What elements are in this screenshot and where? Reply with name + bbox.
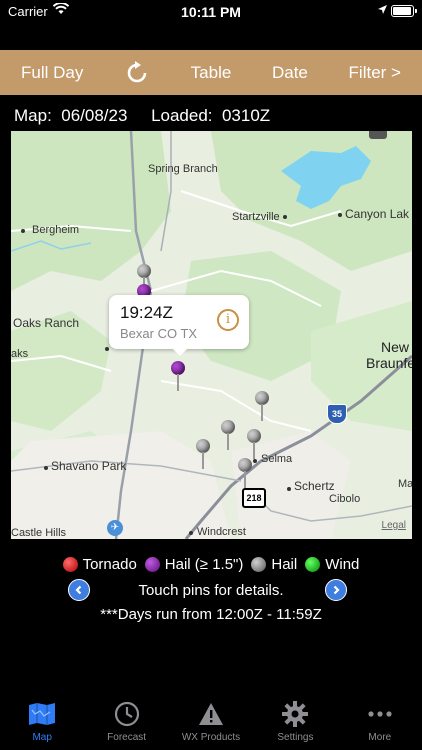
gear-icon	[282, 700, 309, 728]
tab-more[interactable]: More	[338, 700, 422, 750]
place-marker	[44, 466, 48, 470]
place-marker	[189, 531, 193, 535]
place-new-braunfels-1: New	[381, 339, 410, 355]
map-date-value: 06/08/23	[61, 106, 128, 125]
map-poi-icon	[369, 131, 387, 139]
place-canyon-lake: Canyon Lak	[345, 207, 410, 221]
tab-label: WX Products	[181, 732, 241, 743]
airport-icon: ✈	[107, 520, 123, 536]
large-hail-report-pin[interactable]	[171, 361, 185, 391]
place-marker	[21, 229, 25, 233]
location-arrow-icon	[377, 3, 388, 18]
place-selma: Selma	[261, 453, 293, 465]
hail-report-pin[interactable]	[247, 429, 261, 459]
day-navigation: Touch pins for details.	[0, 579, 422, 603]
map-date-label: Map:	[14, 106, 52, 125]
place-aks: aks	[11, 348, 29, 360]
legend-tornado: Tornado	[62, 556, 137, 573]
hail-report-pin[interactable]	[196, 439, 210, 469]
clock-time: 10:11 PM	[181, 4, 241, 20]
place-bergheim: Bergheim	[32, 224, 80, 236]
tab-label: Map	[32, 732, 52, 743]
touch-pins-hint: Touch pins for details.	[138, 582, 284, 599]
next-day-button[interactable]	[325, 579, 347, 601]
refresh-icon[interactable]	[124, 60, 150, 86]
legal-link[interactable]: Legal	[382, 520, 406, 531]
date-button[interactable]: Date	[272, 63, 308, 83]
report-callout[interactable]: 19:24Z Bexar CO TX i	[109, 295, 249, 356]
hail-report-pin[interactable]	[255, 391, 269, 421]
filter-button[interactable]: Filter >	[349, 63, 401, 83]
info-icon[interactable]: i	[217, 309, 239, 331]
place-startzville: Startzville	[232, 211, 280, 223]
tab-label: Settings	[277, 732, 314, 743]
toolbar: Full Day Table Date Filter >	[0, 50, 422, 95]
place-marker	[287, 487, 291, 491]
place-castle-hills: Castle Hills	[11, 527, 67, 539]
legend-hail: Hail	[251, 556, 297, 573]
tab-wx-products[interactable]: WX Products	[169, 700, 253, 750]
place-spring-branch: Spring Branch	[148, 163, 218, 175]
legend: Tornado Hail (≥ 1.5") Hail Wind	[0, 556, 422, 573]
place-ma: Ma	[398, 478, 412, 490]
place-marker	[105, 347, 109, 351]
gray-ball-icon	[251, 557, 267, 572]
place-shavano-park: Shavano Park	[51, 459, 127, 473]
battery-icon	[391, 5, 417, 17]
tab-bar: Map Forecast WX Products Settings More	[0, 700, 422, 750]
map-icon	[28, 700, 56, 728]
hail-report-pin[interactable]	[221, 420, 235, 450]
red-ball-icon	[62, 557, 78, 572]
more-icon	[367, 700, 393, 728]
warning-icon	[198, 700, 224, 728]
legend-label: Wind	[325, 556, 360, 573]
interstate-35-shield: 35	[327, 404, 347, 424]
storm-report-map[interactable]: Spring Branch Startzville Canyon Lak Ber…	[11, 131, 412, 539]
status-bar: Carrier 10:11 PM	[0, 0, 422, 24]
tab-forecast[interactable]: Forecast	[84, 700, 168, 750]
tab-map[interactable]: Map	[0, 700, 84, 750]
legend-label: Hail	[271, 556, 298, 573]
place-oaks-ranch: Oaks Ranch	[13, 316, 80, 330]
place-cibolo: Cibolo	[329, 493, 361, 505]
days-note: ***Days run from 12:00Z - 11:59Z	[100, 606, 322, 623]
table-button[interactable]: Table	[191, 63, 232, 83]
loaded-label: Loaded:	[151, 106, 213, 125]
hail-report-pin[interactable]	[238, 458, 252, 488]
clock-icon	[114, 700, 140, 728]
callout-location: Bexar CO TX	[120, 326, 198, 341]
place-schertz: Schertz	[294, 479, 335, 493]
place-marker	[338, 213, 342, 217]
tab-label: Forecast	[107, 732, 147, 743]
place-windcrest: Windcrest	[197, 526, 246, 538]
map-info-line: Map: 06/08/23 Loaded: 0310Z	[14, 106, 270, 126]
place-new-braunfels-2: Braunfe	[366, 355, 412, 371]
route-218-shield: 218	[242, 488, 266, 508]
tab-label: More	[368, 732, 392, 743]
place-marker	[253, 459, 257, 463]
legend-wind: Wind	[305, 556, 359, 573]
green-ball-icon	[305, 557, 321, 572]
legend-label: Tornado	[82, 556, 137, 573]
purple-ball-icon	[144, 557, 160, 572]
full-day-button[interactable]: Full Day	[21, 63, 83, 83]
legend-label: Hail (≥ 1.5")	[164, 556, 244, 573]
tab-settings[interactable]: Settings	[253, 700, 337, 750]
callout-time: 19:24Z	[120, 303, 173, 322]
place-marker	[283, 215, 287, 219]
loaded-time-value: 0310Z	[221, 106, 271, 125]
legend-large-hail: Hail (≥ 1.5")	[144, 556, 244, 573]
